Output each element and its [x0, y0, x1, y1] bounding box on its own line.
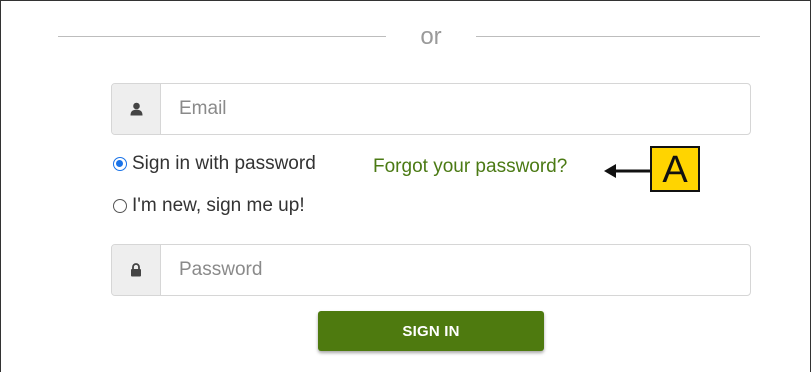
sign-in-with-password-option[interactable]: Sign in with password — [113, 153, 316, 175]
sign-in-button[interactable]: SIGN IN — [318, 311, 544, 351]
email-input-group — [111, 83, 751, 135]
new-user-label: I'm new, sign me up! — [132, 195, 305, 216]
password-input-group — [111, 244, 751, 296]
lock-icon — [112, 245, 161, 295]
callout-label: A — [650, 146, 700, 192]
new-user-option[interactable]: I'm new, sign me up! — [113, 195, 305, 217]
callout-arrow-icon — [604, 164, 650, 178]
or-divider-text: or — [386, 22, 476, 52]
sign-in-with-password-label: Sign in with password — [132, 153, 316, 174]
user-icon — [112, 84, 161, 134]
new-user-radio[interactable] — [113, 199, 127, 213]
sign-in-with-password-radio[interactable] — [113, 157, 127, 171]
password-input[interactable] — [161, 245, 750, 295]
email-input[interactable] — [161, 84, 750, 134]
forgot-password-link[interactable]: Forgot your password? — [373, 156, 567, 178]
